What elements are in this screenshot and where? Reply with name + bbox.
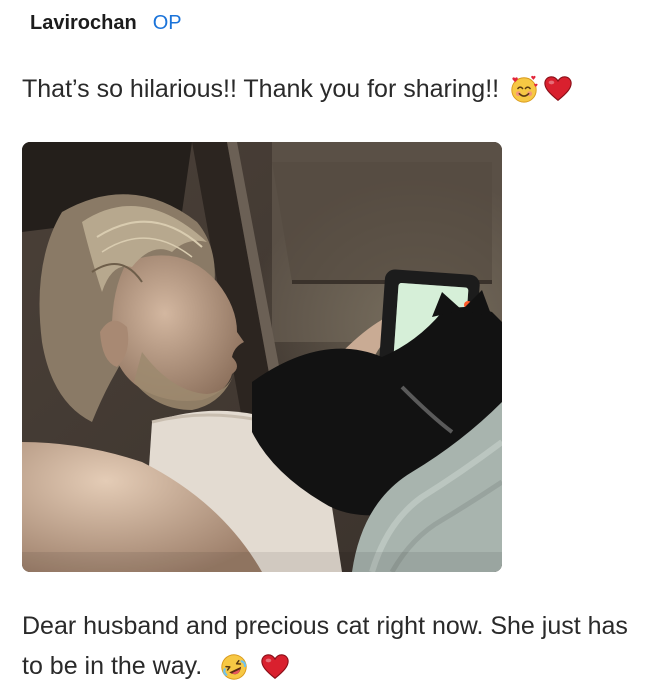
- comment-text-first-body: That’s so hilarious!! Thank you for shar…: [22, 74, 500, 103]
- rolling-on-floor-laughing-icon: [219, 652, 249, 682]
- comment-text-second: Dear husband and precious cat right now.…: [22, 606, 652, 686]
- photo-man-and-cat-with-phone: [22, 142, 502, 572]
- comment-text-first: That’s so hilarious!! Thank you for shar…: [22, 74, 573, 104]
- author-username[interactable]: Lavirochan: [30, 12, 137, 35]
- comment-image[interactable]: [22, 142, 502, 572]
- red-heart-icon: [543, 74, 573, 104]
- comment-header: Lavirochan OP: [30, 12, 182, 35]
- smiling-face-with-hearts-icon: [509, 74, 539, 104]
- op-badge: OP: [152, 12, 182, 34]
- comment-text-second-body: Dear husband and precious cat right now.…: [22, 612, 628, 680]
- red-heart-icon: [260, 652, 290, 682]
